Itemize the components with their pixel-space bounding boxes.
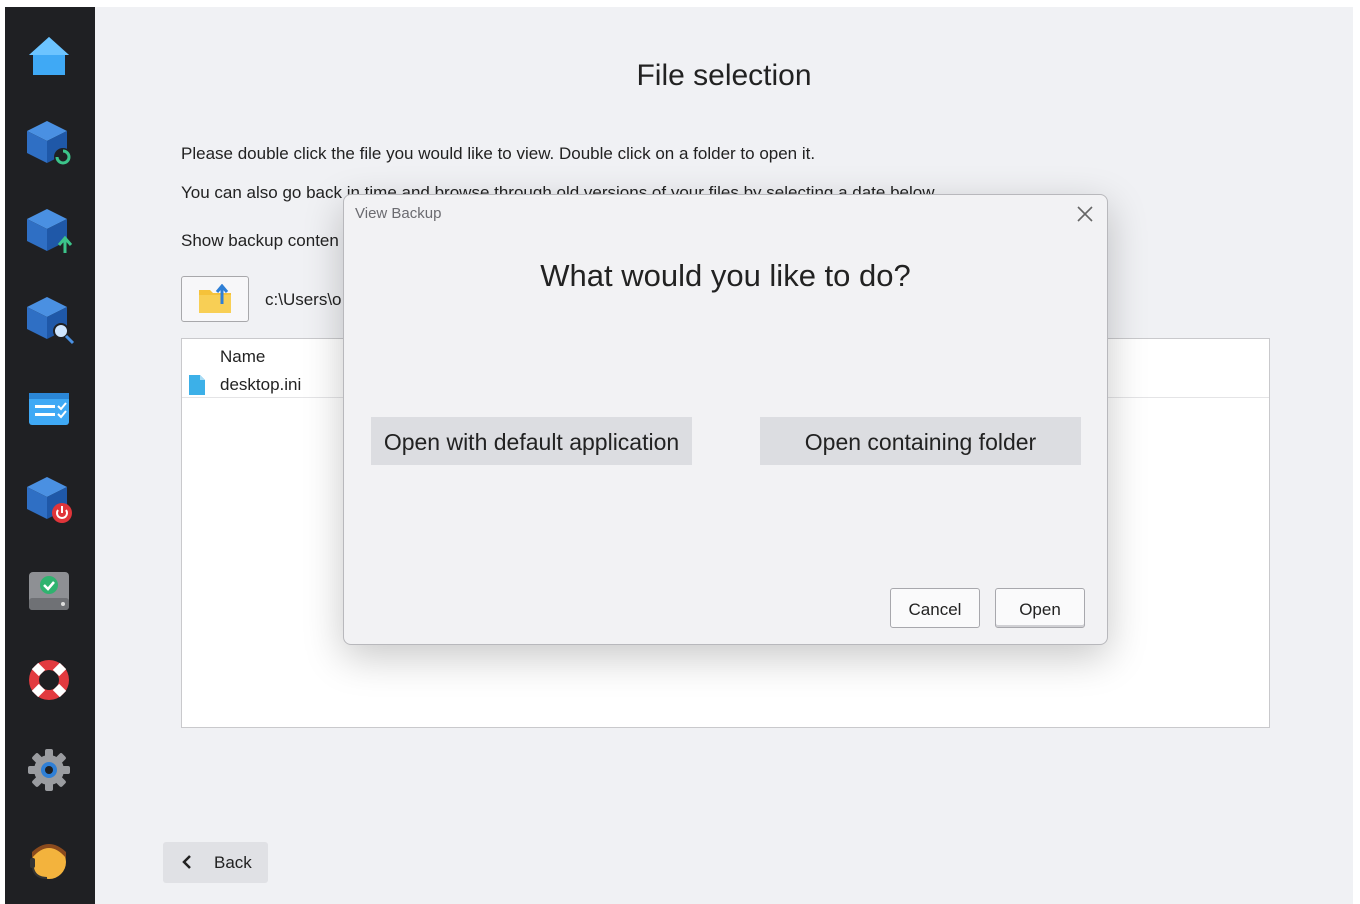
- back-button-label: Back: [214, 853, 252, 872]
- support-agent-icon: [30, 844, 66, 879]
- sidebar-item-help[interactable]: [22, 653, 76, 707]
- back-button[interactable]: Back: [163, 842, 268, 883]
- task-list-icon: [29, 393, 69, 425]
- page-title: File selection: [636, 59, 812, 92]
- sidebar-item-settings[interactable]: [22, 743, 76, 797]
- backup-search-icon: [27, 297, 75, 345]
- cancel-button[interactable]: Cancel: [890, 588, 980, 628]
- sidebar-item-browse[interactable]: [22, 292, 76, 346]
- backup-power-icon: [27, 477, 72, 523]
- sidebar-item-drive[interactable]: [22, 563, 76, 617]
- open-button[interactable]: Open: [995, 588, 1085, 628]
- sidebar-item-backup[interactable]: [22, 204, 76, 258]
- view-backup-dialog: View Backup What would you like to do? O…: [343, 194, 1108, 645]
- chevron-left-icon: [182, 855, 191, 869]
- sidebar-item-home[interactable]: [22, 30, 76, 84]
- open-containing-folder-button[interactable]: Open containing folder: [760, 417, 1081, 465]
- show-backup-label: Show backup conten: [181, 231, 339, 250]
- backup-upload-icon: [27, 209, 73, 253]
- column-header-name[interactable]: Name: [220, 347, 265, 367]
- sidebar-item-shutdown[interactable]: [22, 472, 76, 526]
- backup-restore-icon: [27, 121, 72, 166]
- lifebuoy-help-icon: [29, 660, 69, 700]
- folder-up-icon: [199, 284, 231, 313]
- home-icon: [29, 37, 69, 75]
- drive-check-icon: [29, 572, 69, 610]
- folder-up-button[interactable]: [181, 276, 249, 322]
- sidebar-item-restore[interactable]: [22, 116, 76, 170]
- sidebar: [5, 7, 95, 904]
- dialog-title: View Backup: [355, 205, 442, 222]
- dialog-question: What would you like to do?: [540, 258, 911, 293]
- current-path: c:\Users\o: [265, 290, 342, 309]
- sidebar-item-tasks[interactable]: [22, 382, 76, 436]
- gear-icon: [28, 749, 70, 791]
- file-name: desktop.ini: [220, 375, 302, 394]
- instruction-text-1: Please double click the file you would l…: [181, 144, 816, 163]
- file-icon: [189, 375, 205, 395]
- sidebar-item-support[interactable]: [22, 833, 76, 887]
- close-icon[interactable]: [1075, 204, 1095, 224]
- open-default-application-button[interactable]: Open with default application: [371, 417, 692, 465]
